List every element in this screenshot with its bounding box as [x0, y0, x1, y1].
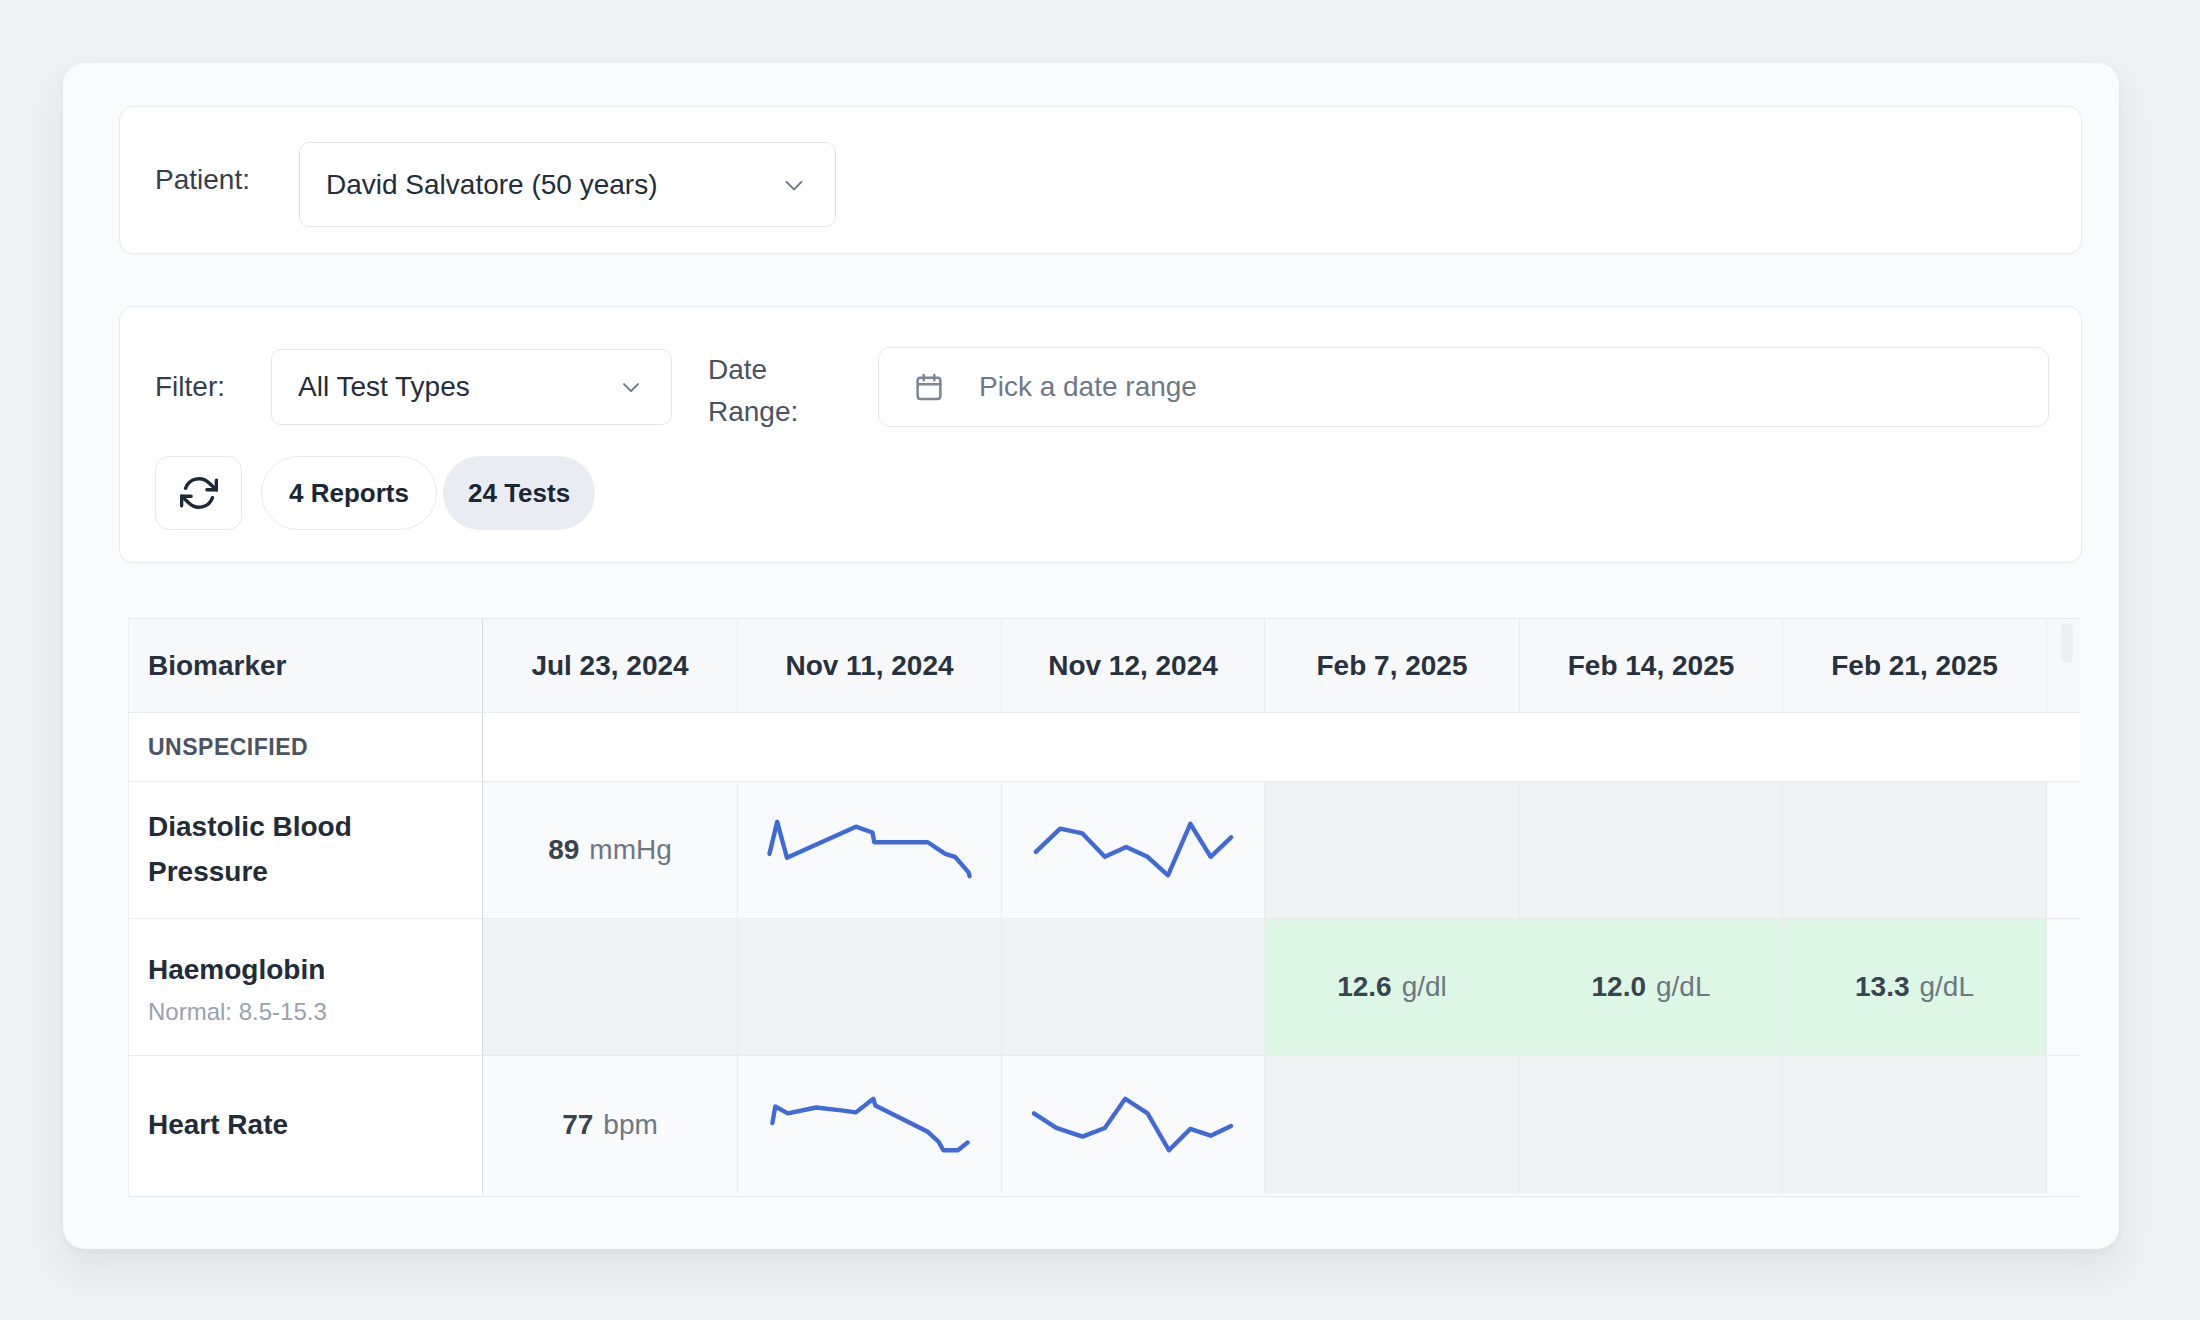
test-type-value: All Test Types	[298, 371, 470, 403]
sparkline-chart	[738, 782, 1001, 918]
biomarker-name: Diastolic Blood Pressure	[148, 805, 392, 895]
group-header-cell	[1265, 713, 1520, 782]
partial-column-cell	[2047, 919, 2080, 1056]
column-header-date: Nov 12, 2024	[1002, 619, 1265, 713]
column-header-date: Feb 21, 2025	[1783, 619, 2047, 713]
group-header-cell	[483, 713, 738, 782]
group-header-cell	[1783, 713, 2047, 782]
biomarker-name-cell: Haemoglobin Normal: 8.5-15.3	[129, 919, 483, 1056]
column-header-date: Feb 14, 2025	[1520, 619, 1783, 713]
empty-result-cell	[1783, 782, 2047, 919]
result-unit: g/dL	[1656, 971, 1711, 1003]
result-unit: bpm	[603, 1109, 657, 1141]
result-unit: mmHg	[589, 834, 671, 866]
partial-column-cell	[2047, 1056, 2080, 1194]
result-value-cell: 12.0 g/dL	[1520, 919, 1783, 1056]
chevron-down-icon	[617, 373, 645, 401]
group-header-cell	[738, 713, 1002, 782]
sparkline-cell[interactable]	[738, 782, 1002, 919]
refresh-button[interactable]	[155, 456, 242, 530]
empty-result-cell	[738, 919, 1002, 1056]
tests-button[interactable]: 24 Tests	[443, 456, 595, 530]
result-value-cell: 77 bpm	[483, 1056, 738, 1194]
result-unit: g/dl	[1402, 971, 1447, 1003]
patient-select[interactable]: David Salvatore (50 years)	[299, 142, 836, 227]
filter-card: Filter: All Test Types DateRange: Pick a…	[119, 306, 2082, 563]
biomarker-name: Haemoglobin	[148, 948, 325, 993]
reports-button[interactable]: 4 Reports	[261, 456, 437, 530]
sparkline-chart	[1002, 782, 1264, 918]
filter-label: Filter:	[155, 371, 225, 403]
biomarker-table[interactable]: BiomarkerJul 23, 2024Nov 11, 2024Nov 12,…	[128, 618, 2080, 1197]
chevron-down-icon	[779, 170, 809, 200]
column-header-date: Jul 23, 2024	[483, 619, 738, 713]
result-number: 77	[562, 1109, 593, 1141]
column-header-biomarker: Biomarker	[129, 619, 483, 713]
biomarker-name-cell: Heart Rate	[129, 1056, 483, 1194]
patient-select-value: David Salvatore (50 years)	[326, 169, 657, 201]
result-value-cell: 89 mmHg	[483, 782, 738, 919]
patient-label: Patient:	[155, 164, 250, 196]
calendar-icon	[913, 371, 945, 403]
vertical-scrollbar-thumb[interactable]	[2061, 623, 2073, 663]
result-number: 12.0	[1592, 971, 1647, 1003]
sparkline-chart	[738, 1057, 1001, 1193]
sparkline-cell[interactable]	[1002, 1056, 1265, 1194]
result-number: 89	[548, 834, 579, 866]
empty-result-cell	[1520, 782, 1783, 919]
result-unit: g/dL	[1920, 971, 1975, 1003]
column-header-date: Nov 11, 2024	[738, 619, 1002, 713]
group-header-cell	[1520, 713, 1783, 782]
empty-result-cell	[1265, 1056, 1520, 1194]
group-header-cell	[1002, 713, 1265, 782]
date-range-label: DateRange:	[708, 349, 838, 433]
result-value-cell: 13.3 g/dL	[1783, 919, 2047, 1056]
sparkline-cell[interactable]	[738, 1056, 1002, 1194]
biomarker-normal-range: Normal: 8.5-15.3	[148, 998, 327, 1026]
result-number: 13.3	[1855, 971, 1910, 1003]
main-panel: Patient: David Salvatore (50 years) Filt…	[63, 63, 2119, 1249]
result-number: 12.6	[1337, 971, 1392, 1003]
empty-result-cell	[1002, 919, 1265, 1056]
biomarker-name: Heart Rate	[148, 1103, 288, 1148]
date-range-input[interactable]: Pick a date range	[878, 347, 2049, 427]
partial-column-cell	[2047, 782, 2080, 919]
patient-card: Patient: David Salvatore (50 years)	[119, 106, 2082, 254]
empty-result-cell	[1783, 1056, 2047, 1194]
biomarker-name-cell: Diastolic Blood Pressure	[129, 782, 483, 919]
column-header-date: Feb 7, 2025	[1265, 619, 1520, 713]
group-header-cell	[2047, 713, 2080, 782]
empty-result-cell	[1520, 1056, 1783, 1194]
sparkline-cell[interactable]	[1002, 782, 1265, 919]
sparkline-chart	[1002, 1057, 1264, 1193]
refresh-icon	[180, 474, 218, 512]
test-type-select[interactable]: All Test Types	[271, 349, 672, 425]
result-value-cell: 12.6 g/dl	[1265, 919, 1520, 1056]
empty-result-cell	[1265, 782, 1520, 919]
empty-result-cell	[483, 919, 738, 1056]
group-header-label: UNSPECIFIED	[129, 713, 483, 782]
date-range-placeholder: Pick a date range	[979, 371, 1197, 403]
